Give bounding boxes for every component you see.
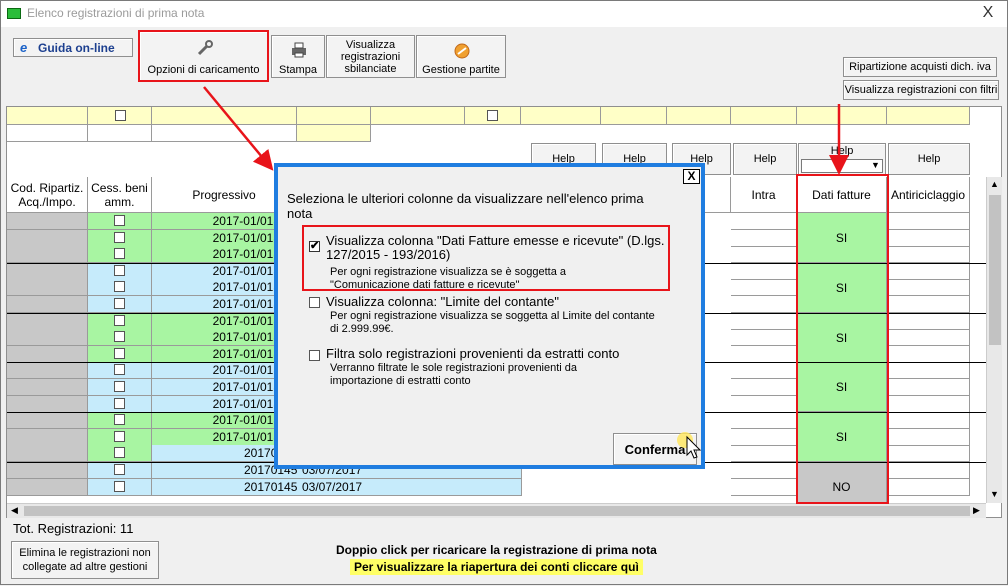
opzioni-dialog: X Seleziona le ulteriori colonne da visu…	[274, 163, 705, 469]
opt3-desc: Verranno filtrate le sole registrazioni …	[330, 362, 578, 386]
opt3-checkbox[interactable]	[309, 350, 320, 361]
dialog-heading: Seleziona le ulteriori colonne da visual…	[287, 191, 644, 221]
dialog-close-button[interactable]: X	[683, 169, 700, 184]
opt3-title: Filtra solo registrazioni provenienti da…	[326, 346, 620, 361]
arrow-to-modal	[203, 86, 274, 171]
opt1-desc: Per ogni registrazione visualizza se è s…	[330, 266, 567, 291]
opt2-title: Visualizza colonna: "Limite del contante…	[326, 294, 560, 309]
app-window: Elenco registrazioni di prima nota X e G…	[0, 0, 1008, 585]
opt2-checkbox[interactable]	[309, 297, 320, 308]
opt1-checkbox[interactable]: ✔	[309, 240, 320, 252]
check-icon: ✔	[310, 240, 320, 252]
cursor-click-icon	[677, 432, 702, 459]
opt2-desc: Per ogni registrazione visualizza se sog…	[330, 310, 655, 335]
opt1-title: Visualizza colonna "Dati Fatture emesse …	[326, 233, 665, 262]
